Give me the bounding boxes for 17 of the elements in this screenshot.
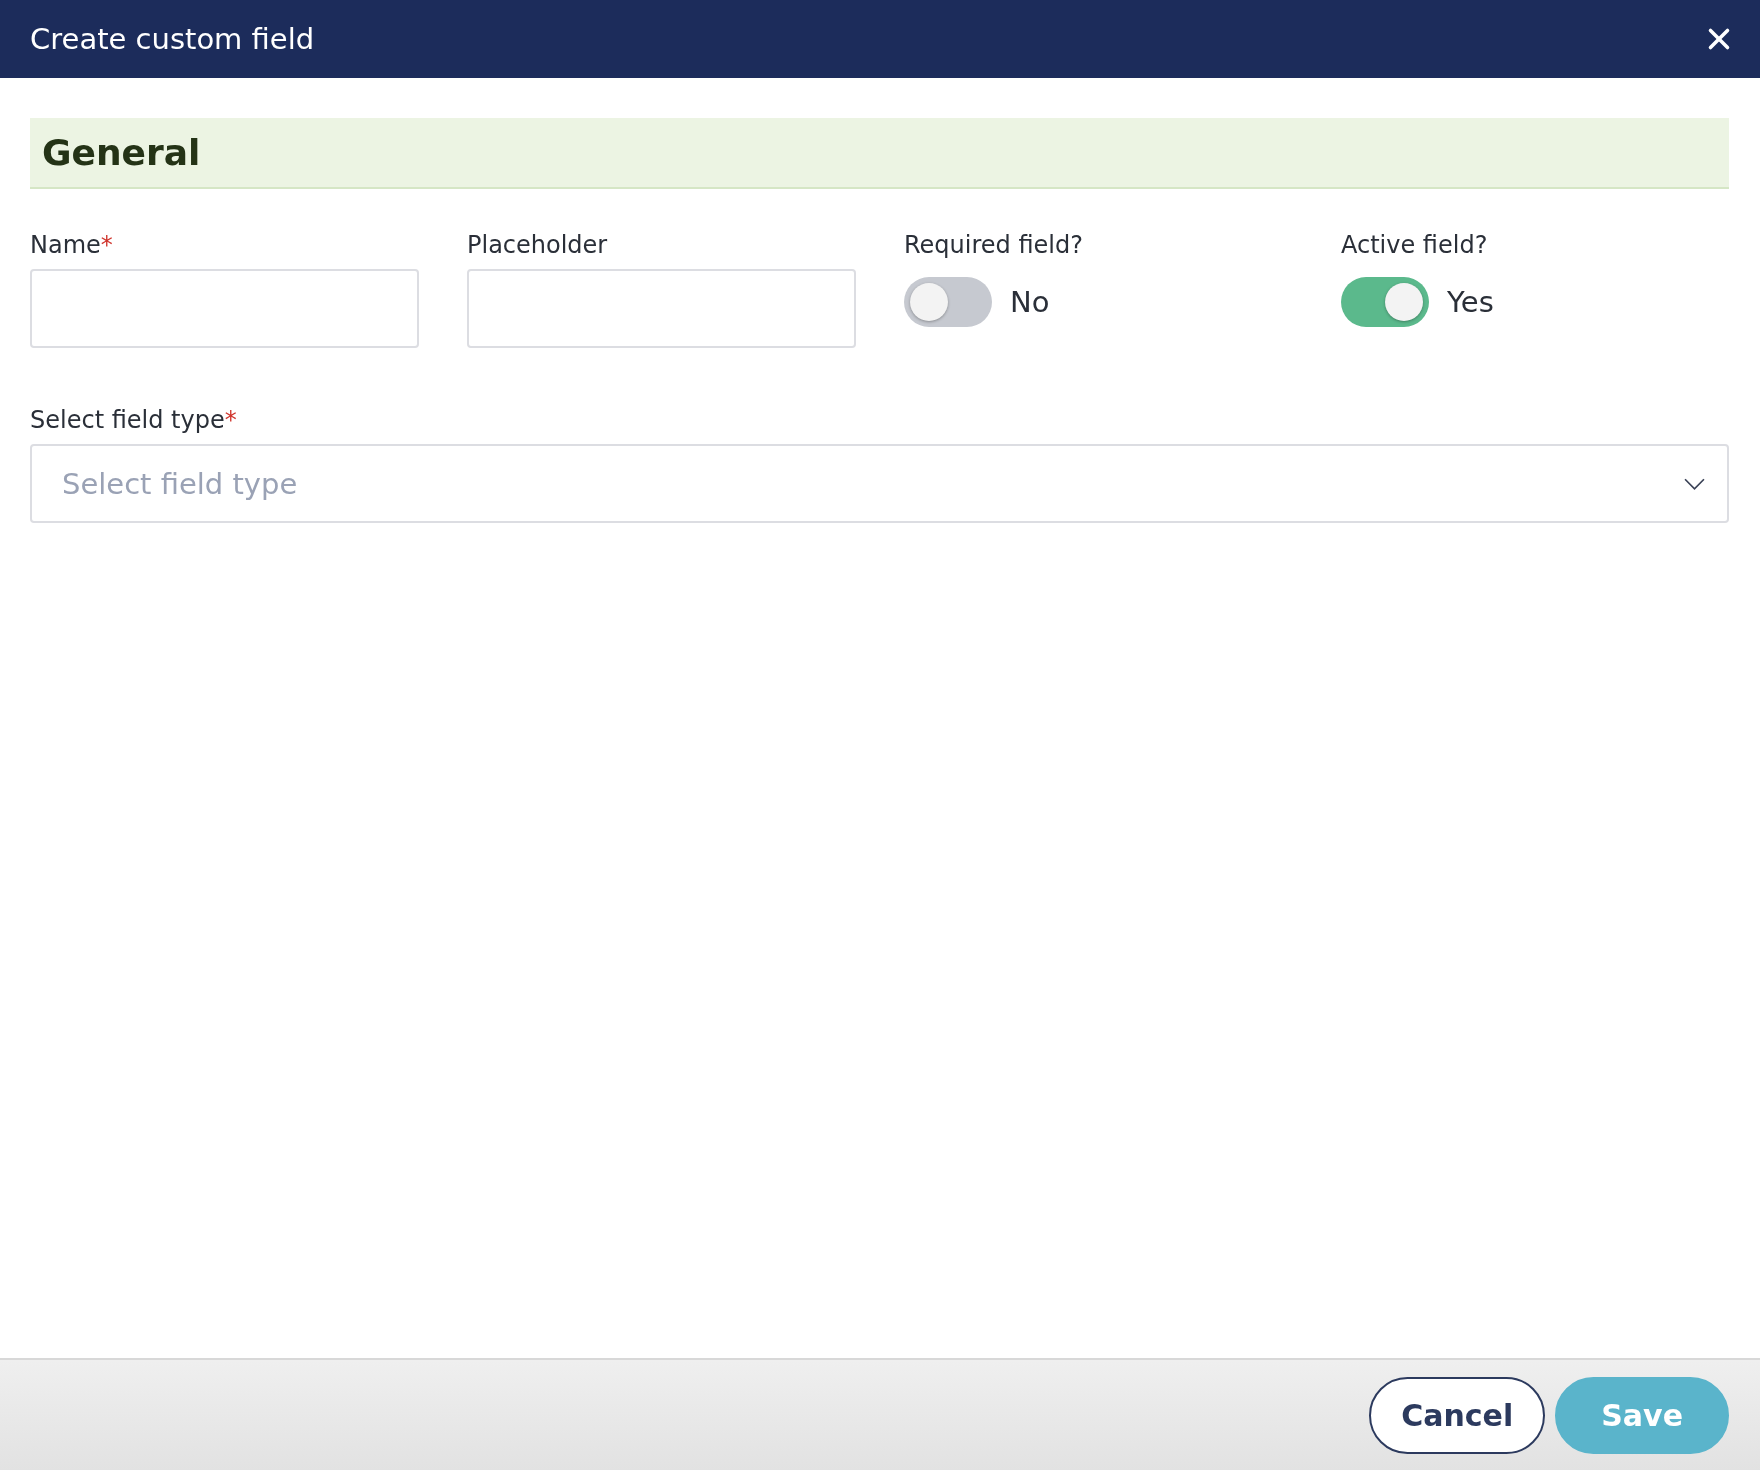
text-input-field[interactable] xyxy=(467,269,856,348)
toggle-switch[interactable] xyxy=(904,276,992,327)
dialog-title: Create custom field xyxy=(30,22,315,56)
select-field[interactable]: Select field type xyxy=(30,444,1729,523)
text-input-field[interactable] xyxy=(30,269,419,348)
field-label: Active field? xyxy=(1341,231,1489,261)
field-label: Select field type* xyxy=(30,406,238,436)
save-button[interactable]: Save xyxy=(1555,1376,1729,1454)
field-label: Required field? xyxy=(904,231,1084,261)
toggle-value: Yes xyxy=(1447,284,1494,319)
field-label: Placeholder xyxy=(467,231,609,261)
toggle-value: No xyxy=(1010,284,1050,319)
chevron-down-icon xyxy=(1684,477,1705,490)
section-title: General xyxy=(42,132,201,173)
cancel-button[interactable]: Cancel xyxy=(1369,1376,1546,1454)
field-label: Name* xyxy=(30,231,114,261)
toggle-switch[interactable] xyxy=(1341,276,1429,327)
